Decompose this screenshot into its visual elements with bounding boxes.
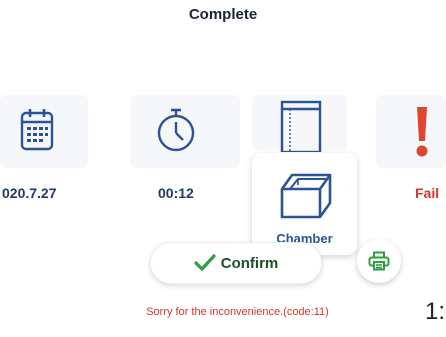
result-tile (376, 95, 446, 168)
elapsed-time-label: 00:12 (158, 185, 194, 201)
page-title: Complete (188, 6, 258, 23)
check-icon (194, 254, 216, 272)
confirm-button[interactable]: Confirm (150, 242, 322, 284)
printer-icon (368, 251, 390, 271)
print-button[interactable] (357, 239, 401, 283)
error-message: Sorry for the inconvenience.(code:11) (146, 306, 329, 318)
calendar-icon (20, 107, 54, 151)
edge-text: 1: (425, 298, 446, 325)
chamber-card[interactable]: Chamber (252, 153, 357, 255)
exclamation-icon (414, 105, 430, 159)
chamber-icon (276, 159, 336, 221)
result-label: Fail (415, 185, 440, 201)
door-icon (280, 100, 322, 152)
date-label: 020.7.27 (2, 185, 57, 201)
confirm-label: Confirm (220, 254, 279, 272)
stopwatch-icon (155, 107, 197, 153)
